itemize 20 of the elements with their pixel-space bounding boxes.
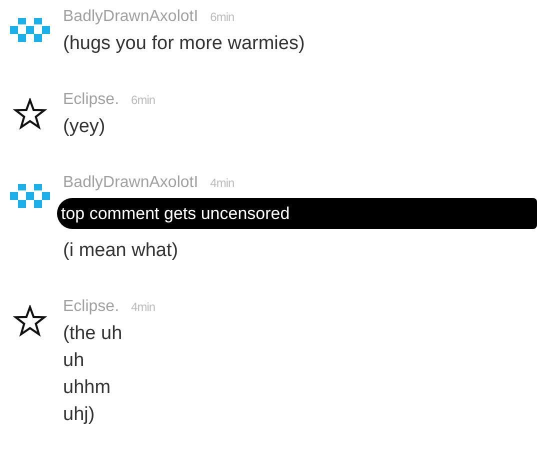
pixel-face-icon xyxy=(10,184,50,208)
timestamp: 6min xyxy=(210,10,234,24)
comment-text: (the uh xyxy=(63,322,124,346)
star-icon xyxy=(13,98,47,130)
comment-text: (yey) xyxy=(63,115,106,139)
comment-text: uhhm xyxy=(63,376,112,400)
redaction-bar: top comment gets uncensored xyxy=(57,198,537,229)
timestamp: 6min xyxy=(131,93,156,107)
username[interactable]: Eclipse. xyxy=(63,298,120,316)
timestamp: 4min xyxy=(131,300,156,314)
pixel-face-icon xyxy=(10,18,50,42)
star-icon xyxy=(13,305,47,337)
comment-text: uhj) xyxy=(63,403,96,427)
timestamp: 4min xyxy=(210,176,234,190)
comment-text: (hugs you for more warmies) xyxy=(63,32,306,56)
username[interactable]: BadlyDrawnAxolotI xyxy=(63,8,198,26)
comment-text: (i mean what) xyxy=(63,239,180,263)
username[interactable]: Eclipse. xyxy=(63,91,120,109)
username[interactable]: BadlyDrawnAxolotI xyxy=(63,174,198,192)
comment-text: uh xyxy=(63,349,86,373)
